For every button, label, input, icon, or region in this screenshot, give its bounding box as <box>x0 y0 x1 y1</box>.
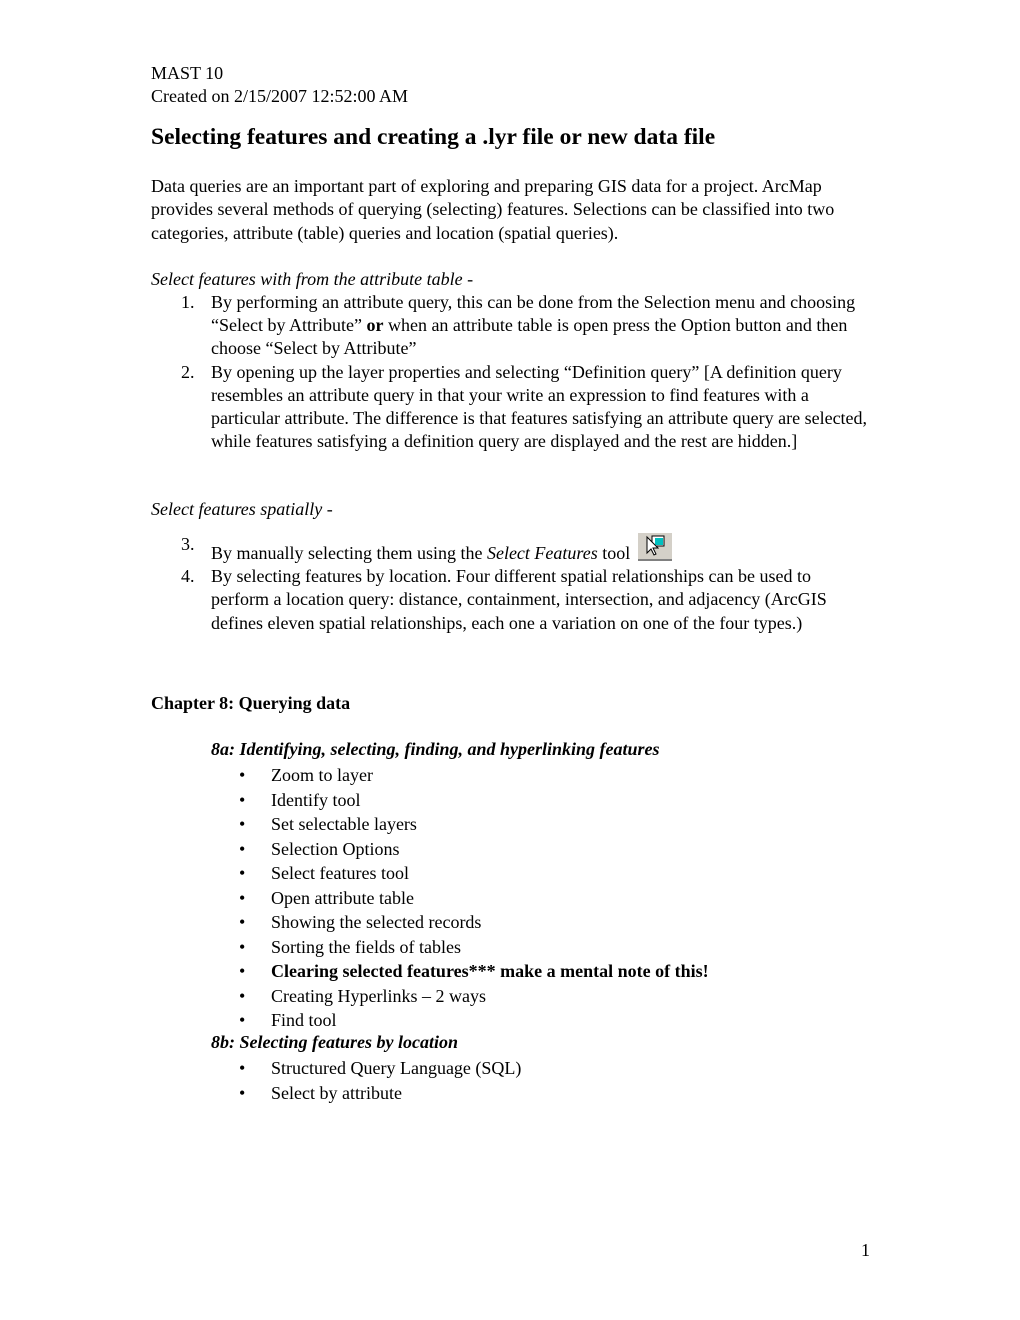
bullet-text: Selection Options <box>271 838 400 859</box>
document-page: MAST 10 Created on 2/15/2007 12:52:00 AM… <box>0 0 1020 1320</box>
bullet-icon: • <box>239 814 246 834</box>
bullet-item: • Open attribute table <box>211 886 709 911</box>
bullet-item: • Creating Hyperlinks – 2 ways <box>211 984 709 1009</box>
bullet-text: Sorting the fields of tables <box>271 936 461 957</box>
list-item-4: 4. By selecting features by location. Fo… <box>151 565 871 635</box>
bullet-item: • Showing the selected records <box>211 910 709 935</box>
bullet-text: Creating Hyperlinks – 2 ways <box>271 985 486 1006</box>
bullet-text: Structured Query Language (SQL) <box>271 1058 522 1078</box>
bullet-text: Clearing selected features*** make a men… <box>271 961 709 981</box>
bullet-item: • Selection Options <box>211 837 709 862</box>
select-features-tool-icon <box>637 533 672 561</box>
bullet-icon: • <box>239 936 246 957</box>
page-title: Selecting features and creating a .lyr f… <box>151 124 716 150</box>
page-number: 1 <box>861 1240 870 1260</box>
attribute-method-list: 1. By performing an attribute query, thi… <box>151 291 871 453</box>
bullet-item: • Find tool <box>211 1008 709 1033</box>
section-heading-suffix: - <box>322 499 333 519</box>
item-bold-text: or <box>366 315 384 336</box>
subsection-8b-list: • Structured Query Language (SQL) • Select … <box>211 1056 521 1105</box>
intro-paragraph: Data queries are an important part of ex… <box>151 176 835 243</box>
list-item-2: 2. By opening up the layer properties an… <box>151 361 871 454</box>
list-item-1: 1. By performing an attribute query, thi… <box>151 291 871 361</box>
bullet-icon: • <box>239 789 246 810</box>
item-text: By selecting features by location. Four … <box>211 566 827 633</box>
bullet-item: • Select by attribute <box>211 1081 521 1106</box>
chapter-heading: Chapter 8: Querying data <box>151 693 351 713</box>
bullet-text: Open attribute table <box>271 887 414 908</box>
bullet-icon: • <box>239 765 246 785</box>
bullet-icon: • <box>239 838 246 859</box>
bullet-item: • Sorting the fields of tables <box>211 935 709 960</box>
bullet-icon: • <box>239 1010 246 1030</box>
item-italic-text: Select Features <box>486 543 598 563</box>
bullet-text: Showing the selected records <box>271 912 482 932</box>
item-number: 1. <box>181 292 195 312</box>
bullet-icon: • <box>239 1058 246 1078</box>
bullet-item: • Structured Query Language (SQL) <box>211 1056 521 1081</box>
section-heading-attribute: Select features with from the attribute … <box>151 268 473 291</box>
section-heading-text: Select features spatially <box>151 499 323 519</box>
bullet-item: • Identify tool <box>211 788 709 813</box>
bullet-icon: • <box>239 912 246 932</box>
section-heading-text: Select features with from the attribute … <box>151 269 463 289</box>
bullet-text: Select by attribute <box>271 1082 402 1103</box>
created-date: Created on 2/15/2007 12:52:00 AM <box>151 86 408 106</box>
bullet-text: Select features tool <box>271 863 409 883</box>
spatial-method-list: 3. By manually selecting them using the … <box>151 533 871 635</box>
bullet-text: Set selectable layers <box>271 814 417 834</box>
item-number: 2. <box>181 361 195 382</box>
subsection-8a-heading: 8a: Identifying, selecting, finding, and… <box>211 739 660 759</box>
bullet-icon: • <box>239 1082 246 1103</box>
subsection-8b-heading: 8b: Selecting features by location <box>211 1032 458 1052</box>
item-number: 3. <box>181 534 195 554</box>
item-text: By manually selecting them using the <box>211 543 487 563</box>
item-number: 4. <box>181 566 195 587</box>
bullet-item: • Clearing selected features*** make a me… <box>211 959 709 984</box>
course-header: MAST 10 <box>151 63 224 83</box>
section-heading-spatial: Select features spatially - <box>151 498 333 521</box>
item-text: tool <box>597 543 631 563</box>
bullet-icon: • <box>239 863 246 883</box>
bullet-text: Zoom to layer <box>271 765 373 785</box>
bullet-item: • Select features tool <box>211 861 709 886</box>
list-item-3: 3. By manually selecting them using the … <box>151 533 871 565</box>
section-heading-suffix: - <box>462 269 474 289</box>
bullet-text: Find tool <box>271 1010 337 1030</box>
bullet-item: • Zoom to layer <box>211 763 709 788</box>
item-text: By opening up the layer properties and s… <box>211 361 868 452</box>
bullet-icon: • <box>239 985 246 1006</box>
bullet-item: • Set selectable layers <box>211 812 709 837</box>
bullet-text: Identify tool <box>271 789 361 810</box>
bullet-icon: • <box>239 887 246 908</box>
bullet-icon: • <box>239 961 246 981</box>
subsection-8a-list: • Zoom to layer • Identify tool • Set selecta… <box>211 763 709 1033</box>
